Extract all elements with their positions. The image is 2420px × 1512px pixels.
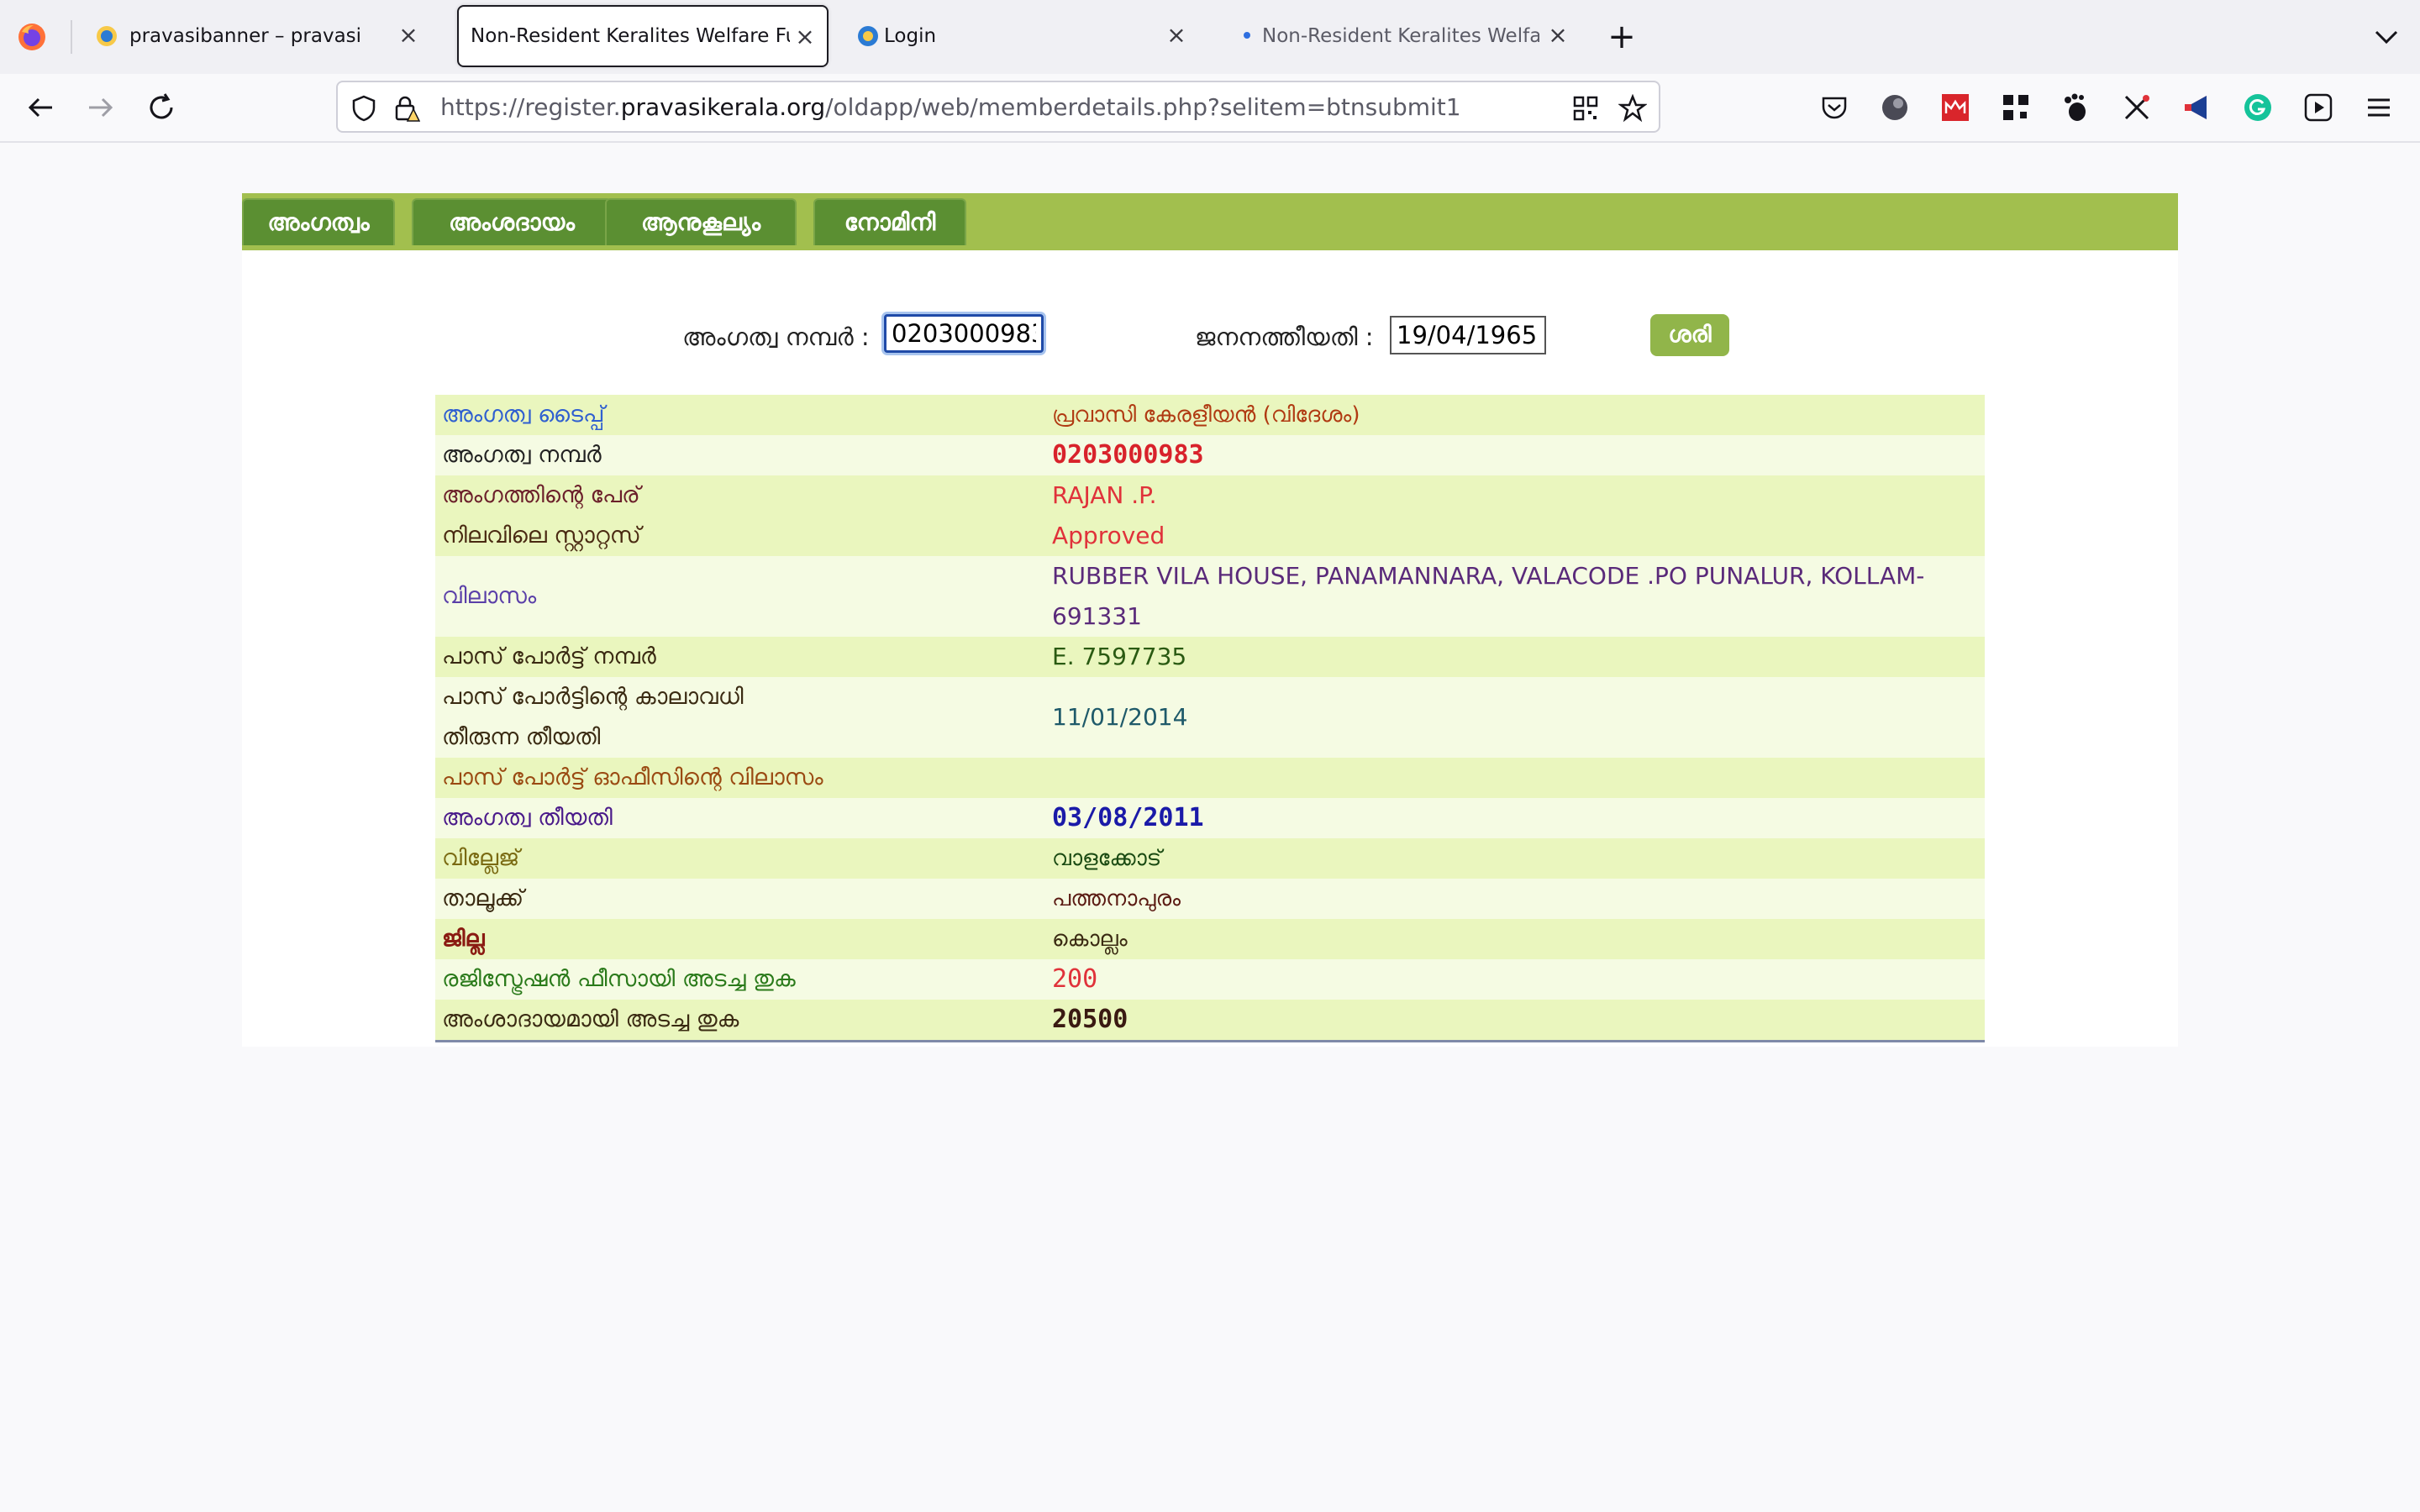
detail-value: പ്രവാസി കേരളീയൻ (വിദേശം) <box>1052 402 1360 428</box>
page-content: അംഗത്വം അംശദായം ആനുകൂല്യം നോമിനി അംഗത്വ … <box>242 193 2178 1047</box>
search-form: അംഗത്വ നമ്പർ : ജനനത്തീയതി : ശരി <box>242 311 2178 361</box>
detail-key: നിലവിലെ സ്റ്റാറ്റസ് <box>442 522 641 549</box>
qr-extension-icon[interactable] <box>2000 92 2032 123</box>
detail-row-member-name: അംഗത്തിന്റെ പേര് RAJAN .P. <box>435 475 1985 516</box>
menu-nominee[interactable]: നോമിനി <box>813 198 966 245</box>
site-favicon-icon <box>97 26 117 46</box>
detail-value: 0203000983 <box>1052 440 1204 470</box>
detail-row-membership-type: അംഗത്വ ടൈപ്പ് പ്രവാസി കേരളീയൻ (വിദേശം) <box>435 395 1985 435</box>
gnome-foot-icon[interactable] <box>2060 92 2092 123</box>
chevron-down-icon[interactable] <box>2370 22 2403 52</box>
submit-button[interactable]: ശരി <box>1650 314 1729 356</box>
detail-key: അംഗത്വ ടൈപ്പ് <box>442 402 605 428</box>
detail-row-address: വിലാസം RUBBER VILA HOUSE, PANAMANNARA, V… <box>435 556 1985 637</box>
detail-row-passport-expiry: പാസ് പോർട്ടിന്റെ കാലാവധി തീരുന്ന തീയതി 1… <box>435 677 1985 758</box>
detail-row-district: ജില്ല കൊല്ലം <box>435 919 1985 959</box>
top-menu-bar: അംഗത്വം അംശദായം ആനുകൂല്യം നോമിനി <box>242 193 2178 250</box>
close-tab-icon[interactable]: × <box>393 20 424 50</box>
pocket-icon[interactable] <box>1818 92 1850 123</box>
tab-title: Login <box>884 25 937 47</box>
menu-membership[interactable]: അംഗത്വം <box>242 198 395 245</box>
detail-key: പാസ് പോർട്ട് ഓഫീസിന്റെ വിലാസം <box>442 764 823 790</box>
detail-key: അംഗത്വ നമ്പർ <box>442 442 602 468</box>
hamburger-menu-icon[interactable] <box>2363 92 2395 123</box>
site-favicon-icon <box>858 26 878 46</box>
dob-label: ജനനത്തീയതി : <box>1195 323 1374 351</box>
url-prefix: https://register. <box>440 93 621 121</box>
detail-row-registration-fee: രജിസ്ട്രേഷൻ ഫീസായി അടച്ച തുക 200 <box>435 959 1985 1000</box>
detail-row-membership-date: അംഗത്വ തീയതി 03/08/2011 <box>435 798 1985 838</box>
detail-value: പത്തനാപുരം <box>1052 886 1181 911</box>
member-number-input[interactable] <box>884 314 1044 353</box>
grammarly-icon[interactable] <box>2242 92 2274 123</box>
member-details-table: അംഗത്വ ടൈപ്പ് പ്രവാസി കേരളീയൻ (വിദേശം) അ… <box>435 395 1985 1042</box>
tab-loading-dot-icon <box>1244 32 1250 39</box>
shield-icon[interactable] <box>350 94 378 123</box>
back-arrow-icon[interactable] <box>22 89 59 126</box>
tab-login[interactable]: Login × <box>839 5 1210 67</box>
tab-nrk-welfare[interactable]: Non-Resident Keralites Welfare × <box>1223 5 1590 67</box>
detail-key: വിലാസം <box>442 583 537 609</box>
url-path: /oldapp/web/memberdetails.php?selitem=bt… <box>825 93 1461 121</box>
tab-title: Non-Resident Keralites Welfare <box>1262 25 1539 47</box>
address-bar[interactable]: https://register.pravasikerala.org/oldap… <box>336 81 1660 133</box>
dob-input[interactable] <box>1390 316 1546 354</box>
profile-avatar-icon[interactable] <box>1879 92 1911 123</box>
reload-icon[interactable] <box>143 89 180 126</box>
detail-row-member-number: അംഗത്വ നമ്പർ 0203000983 <box>435 435 1985 475</box>
detail-value: കൊല്ലം <box>1052 927 1128 952</box>
browser-tab-bar: pravasibanner – pravasi × Non-Resident K… <box>0 0 2420 75</box>
lock-warning-icon[interactable] <box>392 94 420 123</box>
forward-arrow-icon[interactable] <box>82 89 119 126</box>
megaphone-icon[interactable] <box>2181 92 2213 123</box>
close-tab-icon[interactable]: × <box>1161 20 1192 50</box>
detail-value: വാളക്കോട് <box>1052 846 1162 871</box>
detail-value: RUBBER VILA HOUSE, PANAMANNARA, VALACODE… <box>1052 562 1925 630</box>
detail-row-village: വില്ലേജ് വാളക്കോട് <box>435 838 1985 879</box>
detail-key: വില്ലേജ് <box>442 845 520 871</box>
tab-nrk-welfare-active[interactable]: Non-Resident Keralites Welfare Fund × <box>457 5 829 67</box>
close-tab-icon[interactable]: × <box>790 22 820 52</box>
detail-value: 200 <box>1052 964 1098 994</box>
detail-key: താലൂക്ക് <box>442 885 524 911</box>
url-domain: pravasikerala.org <box>620 93 826 121</box>
tab-separator <box>71 20 72 54</box>
browser-nav-bar: https://register.pravasikerala.org/oldap… <box>0 74 2420 143</box>
tab-pravasibanner[interactable]: pravasibanner – pravasi × <box>77 5 444 67</box>
menu-contribution[interactable]: അംശദായം <box>412 198 612 245</box>
detail-key: ജില്ല <box>442 926 485 952</box>
detail-value: 11/01/2014 <box>1052 703 1188 731</box>
firefox-icon[interactable] <box>17 22 47 52</box>
menu-benefits[interactable]: ആനുകൂല്യം <box>605 198 797 245</box>
detail-row-contribution-paid: അംശാദായമായി അടച്ച തുക 20500 <box>435 1000 1985 1040</box>
detail-key: അംഗത്തിന്റെ പേര് <box>442 482 640 508</box>
detail-key: അംഗത്വ തീയതി <box>442 805 613 831</box>
qr-code-icon[interactable] <box>1571 94 1600 123</box>
tools-extension-icon[interactable] <box>2121 92 2153 123</box>
detail-row-status: നിലവിലെ സ്റ്റാറ്റസ് Approved <box>435 516 1985 556</box>
detail-key: പാസ് പോർട്ട് നമ്പർ <box>442 643 656 669</box>
detail-row-passport-office: പാസ് പോർട്ട് ഓഫീസിന്റെ വിലാസം <box>435 758 1985 798</box>
tab-title: Non-Resident Keralites Welfare Fund <box>471 25 790 47</box>
red-extension-icon[interactable] <box>1939 92 1971 123</box>
detail-row-passport-number: പാസ് പോർട്ട് നമ്പർ E. 7597735 <box>435 637 1985 677</box>
detail-key: രജിസ്ട്രേഷൻ ഫീസായി അടച്ച തുക <box>442 966 796 992</box>
detail-row-taluk: താലൂക്ക് പത്തനാപുരം <box>435 879 1985 919</box>
close-tab-icon[interactable]: × <box>1543 20 1573 50</box>
tab-title: pravasibanner – pravasi <box>129 25 362 47</box>
detail-value: E. 7597735 <box>1052 643 1187 670</box>
member-number-label: അംഗത്വ നമ്പർ : <box>682 323 870 351</box>
url-text[interactable]: https://register.pravasikerala.org/oldap… <box>440 93 1461 121</box>
detail-value: 03/08/2011 <box>1052 803 1204 832</box>
new-tab-button[interactable]: + <box>1603 18 1640 55</box>
detail-key: പാസ് പോർട്ടിന്റെ കാലാവധി തീരുന്ന തീയതി <box>442 684 744 750</box>
bookmark-star-icon[interactable] <box>1618 94 1647 123</box>
detail-value: RAJAN .P. <box>1052 481 1157 509</box>
detail-value: Approved <box>1052 522 1165 549</box>
detail-key: അംശാദായമായി അടച്ച തുക <box>442 1006 739 1032</box>
detail-value: 20500 <box>1052 1005 1128 1034</box>
video-player-icon[interactable] <box>2302 92 2334 123</box>
